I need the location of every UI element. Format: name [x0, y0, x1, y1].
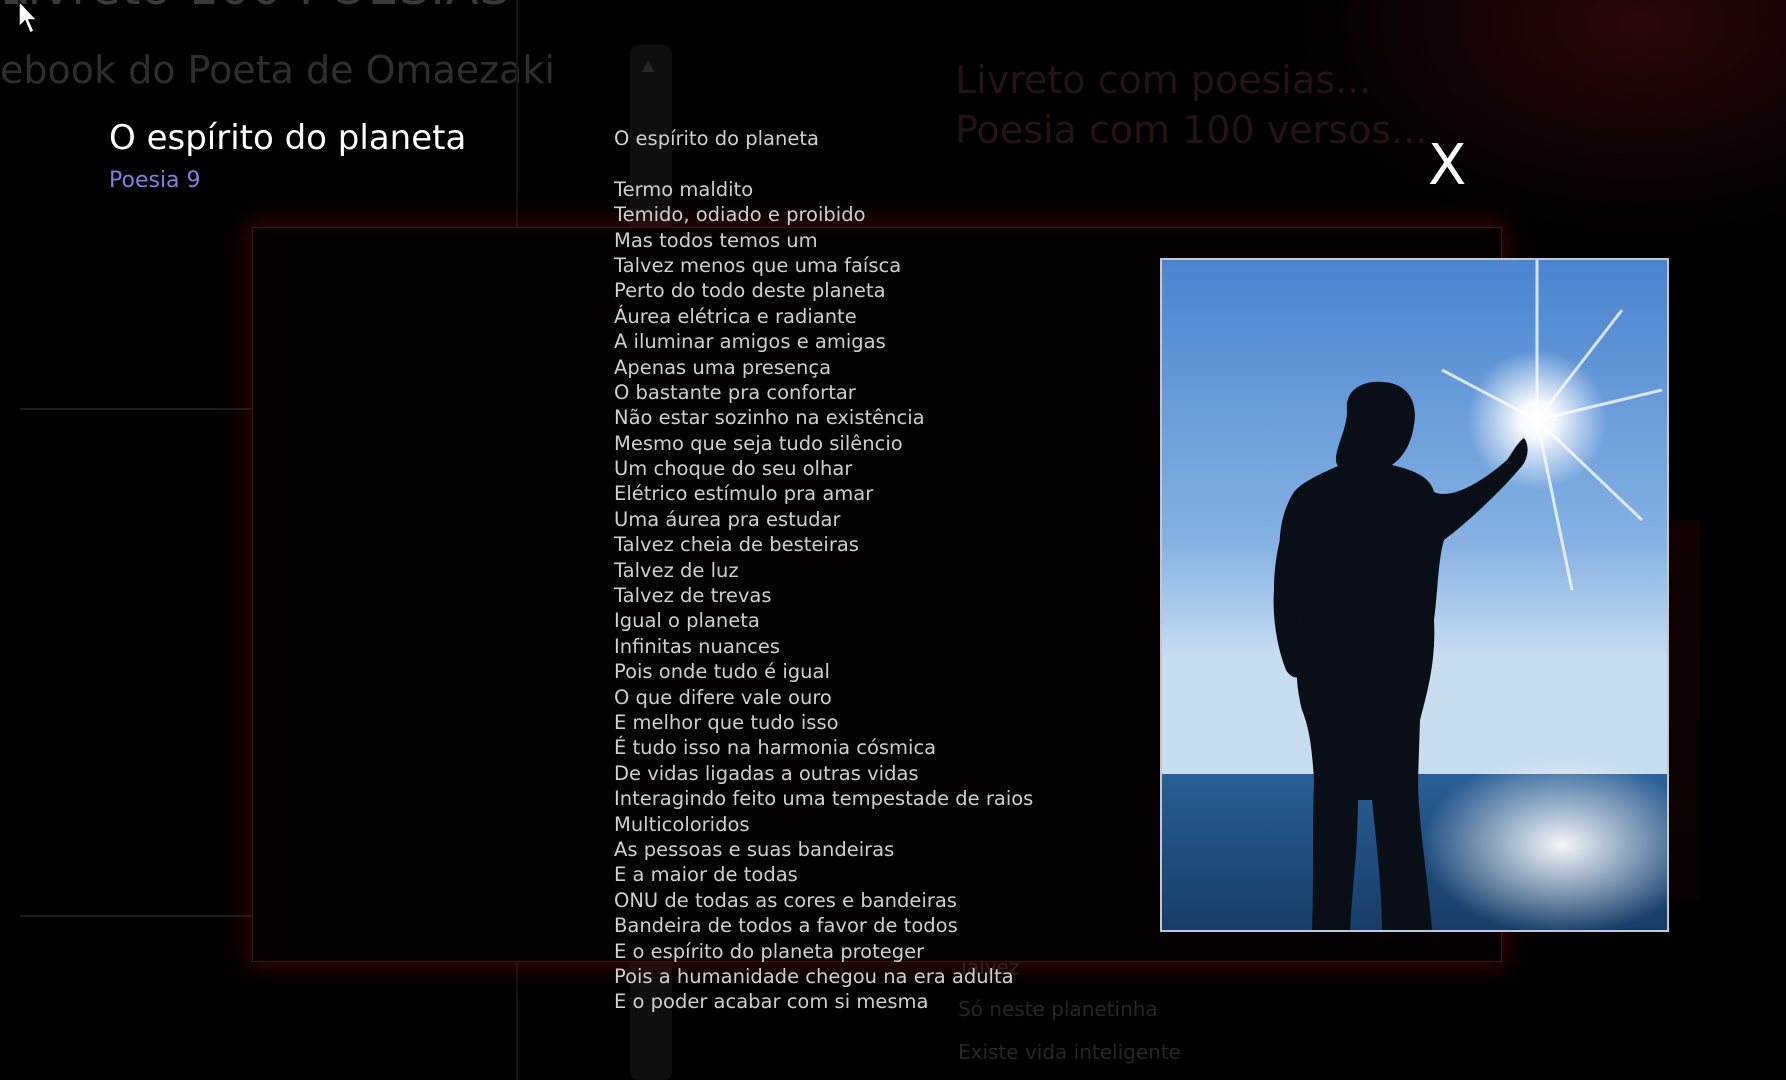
poem-line: Bandeira de todos a favor de todos	[614, 914, 958, 938]
poem-line: Apenas uma presença	[614, 355, 832, 379]
poem-title: O espírito do planeta	[109, 118, 467, 158]
poem-illustration	[1160, 258, 1669, 932]
poem-line: Pois onde tudo é igual	[614, 660, 830, 684]
poem-line: E o poder acabar com si mesma	[614, 990, 929, 1014]
poem-text: O espírito do planeta Termo maldito Temid…	[614, 126, 1033, 1015]
mouse-cursor-icon	[18, 0, 39, 35]
poem-line: Elétrico estímulo pra amar	[614, 482, 874, 506]
background-text-line: Existe vida inteligente	[958, 1040, 1181, 1064]
poem-line: Talvez menos que uma faísca	[614, 253, 902, 277]
poem-line: Infinitas nuances	[614, 634, 781, 658]
close-button[interactable]: X	[1428, 138, 1466, 194]
poem-number: Poesia 9	[109, 168, 201, 193]
poem-line: Igual o planeta	[614, 609, 760, 633]
poem-line: Interagindo feito uma tempestade de raio…	[614, 787, 1034, 811]
poem-line: E o espírito do planeta proteger	[614, 939, 925, 963]
poem-lines: Termo maldito Temido, odiado e proibido Ma…	[614, 177, 1033, 1015]
poem-line: Áurea elétrica e radiante	[614, 304, 857, 328]
app-subtitle: ebook do Poeta de Omaezaki	[0, 48, 555, 92]
poem-line: É tudo isso na harmonia cósmica	[614, 736, 937, 760]
poem-line: Um choque do seu olhar	[614, 457, 853, 481]
poem-line: Termo maldito	[614, 177, 754, 201]
poem-line: Temido, odiado e proibido	[614, 203, 866, 227]
app-title: Livreto 100 POESIAS	[0, 0, 511, 16]
poem-line: Não estar sozinho na existência	[614, 406, 925, 430]
poem-line: Mesmo que seja tudo silêncio	[614, 431, 903, 455]
poem-line: Talvez de trevas	[614, 584, 772, 608]
poem-line: E melhor que tudo isso	[614, 710, 839, 734]
poem-line: O bastante pra confortar	[614, 380, 856, 404]
poem-line: Multicoloridos	[614, 812, 750, 836]
poem-line: Talvez cheia de besteiras	[614, 533, 859, 557]
poem-line: Perto do todo deste planeta	[614, 279, 886, 303]
scroll-up-icon[interactable]: ▲	[642, 55, 654, 74]
poem-line: E a maior de todas	[614, 863, 798, 887]
silhouette-photo	[1162, 260, 1667, 930]
poem-line: Uma áurea pra estudar	[614, 507, 841, 531]
poem-line: Pois a humanidade chegou na era adulta	[614, 964, 1014, 988]
poem-line: A iluminar amigos e amigas	[614, 330, 886, 354]
poem-line: ONU de todas as cores e bandeiras	[614, 888, 957, 912]
poem-line: Mas todos temos um	[614, 228, 818, 252]
poem-text-heading: O espírito do planeta	[614, 127, 819, 150]
poem-line: De vidas ligadas a outras vidas	[614, 761, 919, 785]
poem-line: O que difere vale ouro	[614, 685, 832, 709]
poem-line: As pessoas e suas bandeiras	[614, 837, 895, 861]
poem-line: Talvez de luz	[614, 558, 739, 582]
background-heading: Livreto com poesias...	[955, 58, 1372, 102]
